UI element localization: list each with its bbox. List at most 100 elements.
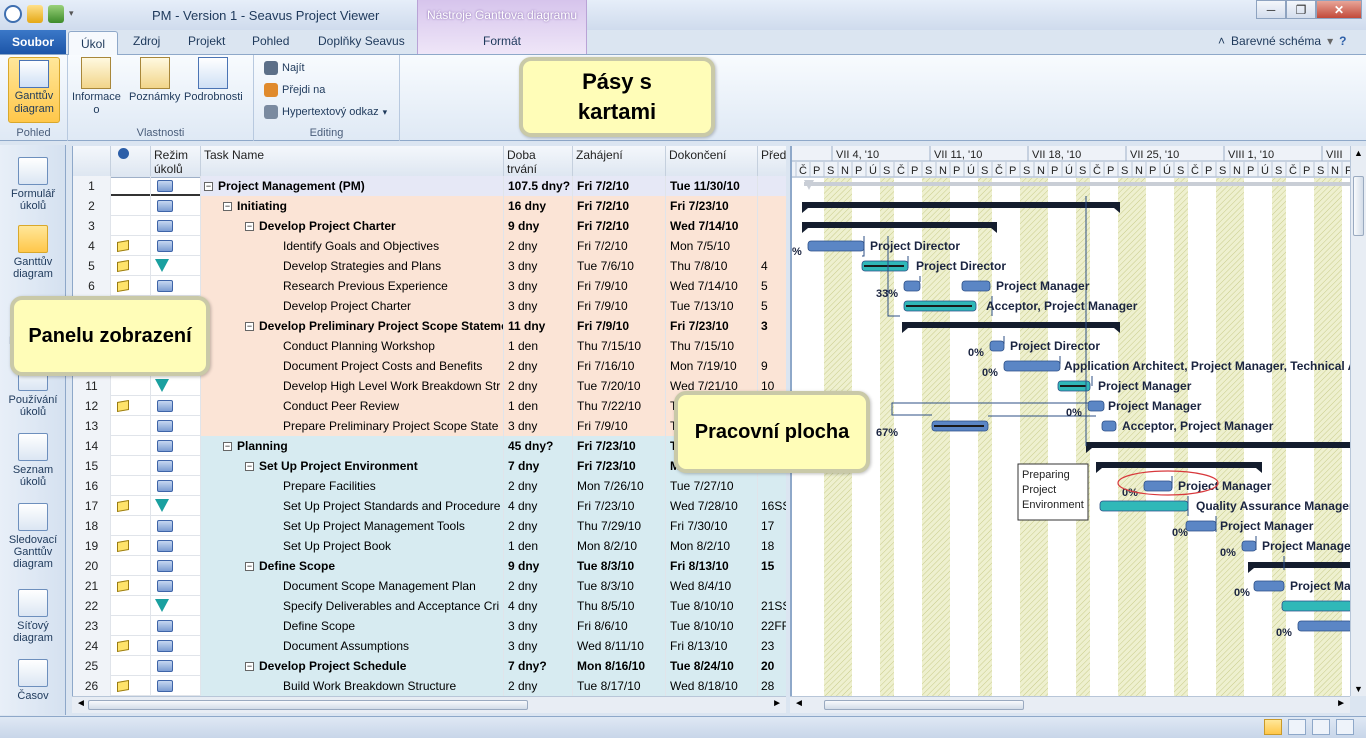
find-button[interactable]: Najít [264, 61, 305, 75]
finish-cell[interactable]: Tue 7/13/10 [666, 296, 758, 316]
duration-cell[interactable]: 1 den [504, 336, 573, 356]
qat-customize-icon[interactable]: ▾ [69, 5, 74, 23]
finish-cell[interactable]: Fri 8/13/10 [666, 636, 758, 656]
start-cell[interactable]: Fri 7/9/10 [573, 416, 666, 436]
predecessor-cell[interactable]: 5 [758, 276, 786, 296]
row-number[interactable]: 21 [73, 576, 111, 596]
goto-button[interactable]: Přejdi na [264, 83, 325, 97]
scroll-left-icon[interactable]: ◄ [76, 698, 86, 709]
task-name-cell[interactable]: − Develop Preliminary Project Scope State… [201, 316, 504, 336]
collapse-toggle-icon[interactable]: − [223, 202, 232, 211]
task-mode-cell[interactable] [151, 216, 201, 236]
header-task-name[interactable]: Task Name [201, 146, 504, 178]
view-tracking-gantt[interactable]: Sledovací Ganttův diagram [0, 503, 66, 570]
row-number[interactable]: 16 [73, 476, 111, 496]
table-horizontal-scrollbar[interactable]: ◄ ► [72, 696, 786, 713]
indicator-cell[interactable] [111, 456, 151, 476]
indicator-cell[interactable] [111, 496, 151, 516]
view-task-form[interactable]: Formulář úkolů [0, 157, 66, 212]
sheet-shortcut-icon[interactable] [1312, 719, 1330, 735]
note-icon[interactable] [117, 259, 129, 273]
table-row[interactable]: 19 Set Up Project Book 1 den Mon 8/2/10 Mon … [73, 536, 786, 556]
indicator-cell[interactable] [111, 396, 151, 416]
table-row[interactable]: 24 Document Assumptions 3 dny Wed 8/11/10 Fr… [73, 636, 786, 656]
finish-cell[interactable]: Thu 7/15/10 [666, 336, 758, 356]
note-icon[interactable] [117, 639, 129, 653]
start-cell[interactable]: Thu 7/15/10 [573, 336, 666, 356]
maximize-button[interactable]: ❐ [1286, 0, 1316, 19]
view-task-sheet[interactable]: Seznam úkolů [0, 433, 66, 488]
duration-cell[interactable]: 7 dny [504, 456, 573, 476]
table-row[interactable]: 21 Document Scope Management Plan 2 dny Tue… [73, 576, 786, 596]
predecessor-cell[interactable]: 21SS [758, 596, 786, 616]
indicator-cell[interactable] [111, 596, 151, 616]
table-row[interactable]: 5 Develop Strategies and Plans 3 dny Tue 7/… [73, 256, 786, 276]
start-cell[interactable]: Fri 7/2/10 [573, 216, 666, 236]
indicator-cell[interactable] [111, 636, 151, 656]
predecessor-cell[interactable]: 5 [758, 296, 786, 316]
row-number[interactable]: 18 [73, 516, 111, 536]
start-cell[interactable]: Wed 8/11/10 [573, 636, 666, 656]
row-number[interactable]: 12 [73, 396, 111, 416]
finish-cell[interactable]: Tue 7/27/10 [666, 476, 758, 496]
indicator-cell[interactable] [111, 516, 151, 536]
duration-cell[interactable]: 4 dny [504, 596, 573, 616]
table-row[interactable]: 20− Define Scope 9 dny Tue 8/3/10 Fri 8/13/1… [73, 556, 786, 576]
start-cell[interactable]: Mon 8/16/10 [573, 656, 666, 676]
duration-cell[interactable]: 3 dny [504, 276, 573, 296]
collapse-toggle-icon[interactable]: − [245, 322, 254, 331]
tab-task[interactable]: Úkol [68, 31, 118, 55]
indicator-cell[interactable] [111, 376, 151, 396]
task-name-cell[interactable]: Identify Goals and Objectives [201, 236, 504, 256]
task-mode-cell[interactable] [151, 496, 201, 516]
row-number[interactable]: 11 [73, 376, 111, 396]
scroll-up-icon[interactable]: ▲ [1354, 148, 1363, 158]
row-number[interactable]: 20 [73, 556, 111, 576]
indicator-cell[interactable] [111, 436, 151, 456]
collapse-toggle-icon[interactable]: − [245, 462, 254, 471]
collapse-toggle-icon[interactable]: − [245, 562, 254, 571]
predecessor-cell[interactable]: 15 [758, 556, 786, 576]
start-cell[interactable]: Fri 7/2/10 [573, 176, 666, 196]
duration-cell[interactable]: 11 dny [504, 316, 573, 336]
predecessor-cell[interactable]: 4 [758, 256, 786, 276]
duration-cell[interactable]: 7 dny? [504, 656, 573, 676]
duration-cell[interactable]: 3 dny [504, 256, 573, 276]
predecessor-cell[interactable]: 17 [758, 516, 786, 536]
task-mode-cell[interactable] [151, 176, 201, 196]
tab-project[interactable]: Projekt [188, 34, 225, 48]
duration-cell[interactable]: 9 dny [504, 556, 573, 576]
start-cell[interactable]: Tue 8/17/10 [573, 676, 666, 696]
duration-cell[interactable]: 107.5 dny? [504, 176, 573, 196]
task-mode-cell[interactable] [151, 396, 201, 416]
predecessor-cell[interactable] [758, 196, 786, 216]
row-number[interactable]: 23 [73, 616, 111, 636]
row-number[interactable]: 26 [73, 676, 111, 696]
duration-cell[interactable]: 3 dny [504, 636, 573, 656]
start-cell[interactable]: Tue 8/3/10 [573, 556, 666, 576]
vscroll-thumb[interactable] [1353, 176, 1364, 236]
start-cell[interactable]: Fri 7/23/10 [573, 456, 666, 476]
task-name-cell[interactable]: Conduct Planning Workshop [201, 336, 504, 356]
row-number[interactable]: 22 [73, 596, 111, 616]
task-mode-cell[interactable] [151, 236, 201, 256]
table-row[interactable]: 1− Project Management (PM) 107.5 dny? Fri 7… [73, 176, 786, 196]
task-name-cell[interactable]: − Project Management (PM) [201, 176, 504, 196]
task-name-cell[interactable]: Set Up Project Book [201, 536, 504, 556]
indicator-cell[interactable] [111, 536, 151, 556]
scroll-thumb[interactable] [88, 700, 528, 710]
duration-cell[interactable]: 4 dny [504, 496, 573, 516]
view-timeline[interactable]: Časov ... [0, 659, 66, 708]
resource-shortcut-icon[interactable] [1336, 719, 1354, 735]
usage-shortcut-icon[interactable] [1288, 719, 1306, 735]
task-name-cell[interactable]: − Initiating [201, 196, 504, 216]
minimize-button[interactable]: ─ [1256, 0, 1286, 19]
start-cell[interactable]: Fri 7/16/10 [573, 356, 666, 376]
finish-cell[interactable]: Mon 7/5/10 [666, 236, 758, 256]
duration-cell[interactable]: 2 dny [504, 516, 573, 536]
finish-cell[interactable]: Tue 11/30/10 [666, 176, 758, 196]
task-mode-cell[interactable] [151, 636, 201, 656]
row-number[interactable]: 15 [73, 456, 111, 476]
note-icon[interactable] [117, 399, 129, 413]
indicator-cell[interactable] [111, 576, 151, 596]
